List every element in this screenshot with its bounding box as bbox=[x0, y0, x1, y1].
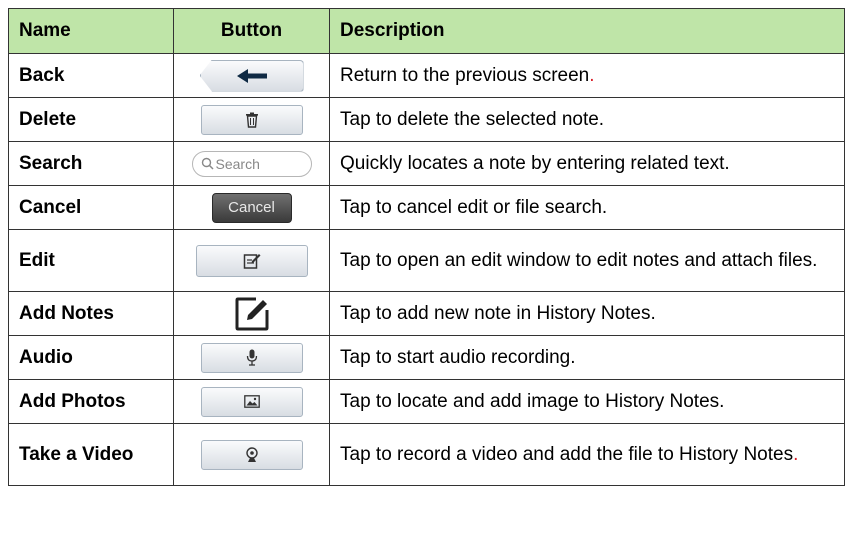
row-description-suffix: . bbox=[589, 64, 595, 86]
add-note-pencil-icon bbox=[235, 297, 268, 330]
edit-note-icon bbox=[243, 253, 260, 269]
table-row: Audio Tap to start audio recording. bbox=[8, 335, 845, 380]
trash-icon bbox=[245, 112, 258, 128]
webcam-icon bbox=[245, 446, 258, 462]
cancel-button[interactable]: Cancel bbox=[211, 192, 292, 223]
cancel-button-icon: Cancel bbox=[228, 199, 275, 216]
take-video-button[interactable] bbox=[200, 439, 303, 470]
table-row: Add Photos Tap to locate and add image t… bbox=[8, 379, 845, 424]
row-name: Edit bbox=[8, 229, 174, 292]
header-button: Button bbox=[173, 8, 330, 54]
table-row: Edit Tap to open an edit window to edit … bbox=[8, 229, 845, 292]
table-row: Add Notes Tap to add new note in History… bbox=[8, 291, 845, 336]
header-row: Name Button Description bbox=[8, 8, 845, 54]
delete-button[interactable] bbox=[200, 104, 303, 135]
table-row: Take a Video Tap to record a video and a… bbox=[8, 423, 845, 486]
button-reference-table: Name Button Description Back Return to t… bbox=[8, 8, 845, 486]
table-row: Delete Tap to delete the selected note. bbox=[8, 97, 845, 142]
edit-button[interactable] bbox=[195, 244, 308, 277]
search-field[interactable]: Search bbox=[191, 150, 312, 177]
audio-button[interactable] bbox=[200, 342, 303, 373]
back-button[interactable] bbox=[199, 59, 304, 92]
row-name: Add Notes bbox=[8, 291, 174, 336]
row-name: Search bbox=[8, 141, 174, 186]
search-field-text: Search bbox=[215, 155, 260, 172]
image-icon bbox=[243, 395, 260, 408]
row-description: Tap to delete the selected note. bbox=[340, 108, 605, 130]
row-name: Audio bbox=[8, 335, 174, 380]
table-row: Back Return to the previous screen. bbox=[8, 53, 845, 98]
row-description: Tap to cancel edit or file search. bbox=[340, 196, 608, 218]
row-description-suffix: . bbox=[793, 443, 799, 465]
row-description: Tap to add new note in History Notes. bbox=[340, 302, 656, 324]
microphone-icon bbox=[246, 349, 257, 366]
row-description: Return to the previous screen bbox=[340, 64, 590, 86]
add-notes-button[interactable] bbox=[234, 296, 270, 332]
header-description: Description bbox=[329, 8, 845, 54]
table-row: Search Search Quickly locates a note by … bbox=[8, 141, 845, 186]
row-description: Tap to start audio recording. bbox=[340, 346, 576, 368]
table-row: Cancel Cancel Tap to cancel edit or file… bbox=[8, 185, 845, 230]
add-photos-button[interactable] bbox=[200, 386, 303, 417]
row-description: Quickly locates a note by entering relat… bbox=[340, 152, 730, 174]
row-description: Tap to record a video and add the file t… bbox=[340, 443, 794, 465]
row-name: Cancel bbox=[8, 185, 174, 230]
row-name: Add Photos bbox=[8, 379, 174, 424]
row-name: Delete bbox=[8, 97, 174, 142]
back-arrow-icon bbox=[236, 68, 267, 83]
row-description: Tap to open an edit window to edit notes… bbox=[340, 249, 818, 271]
header-name: Name bbox=[8, 8, 174, 54]
search-field-icon bbox=[201, 157, 214, 170]
row-name: Take a Video bbox=[8, 423, 174, 486]
row-description: Tap to locate and add image to History N… bbox=[340, 390, 725, 412]
row-name: Back bbox=[8, 53, 174, 98]
